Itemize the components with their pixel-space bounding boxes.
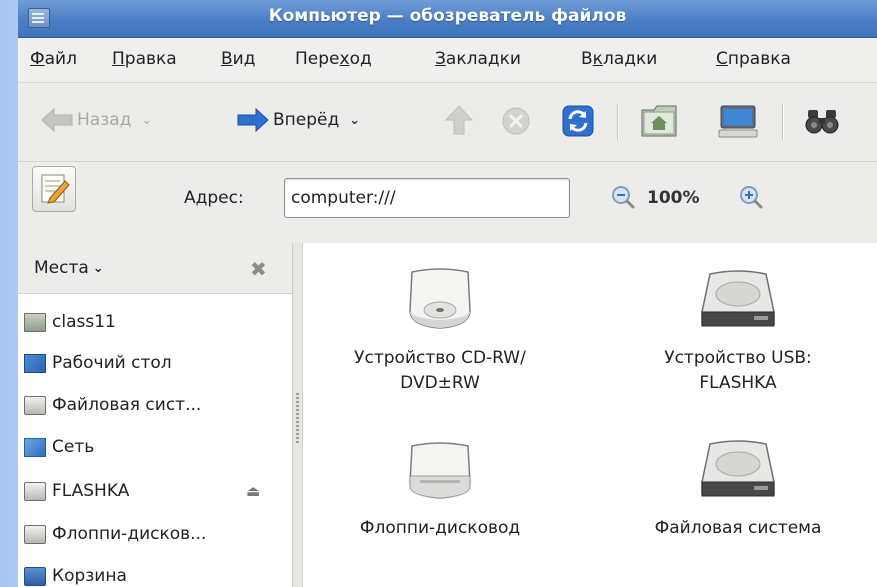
zoom-out-icon xyxy=(612,186,635,209)
hard-drive-icon xyxy=(701,440,775,497)
zoom-level[interactable]: 100% xyxy=(647,188,700,208)
menu-help[interactable]: Справка xyxy=(716,49,791,69)
places-title: Места xyxy=(34,258,89,278)
edit-location-icon xyxy=(41,174,70,204)
device-label: Флоппи-дисковод xyxy=(359,518,521,538)
floppy-icon xyxy=(24,524,46,544)
places-dropdown[interactable]: Места ⌄ xyxy=(24,251,114,285)
pane-resize-handle[interactable] xyxy=(293,243,303,587)
sidebar-item-filesystem[interactable]: Файловая сист... xyxy=(18,390,292,420)
sidebar-item-label: class11 xyxy=(52,312,116,332)
network-icon xyxy=(24,437,46,457)
sidebar-item-flashka[interactable]: FLASHKA ⏏ xyxy=(18,476,292,506)
device-usb-flashka[interactable]: Устройство USB: FLASHKA xyxy=(603,266,873,396)
sidebar-item-label: Рабочий стол xyxy=(52,353,172,373)
stop-button[interactable] xyxy=(501,106,531,136)
zoom-in-button[interactable] xyxy=(738,184,764,210)
device-floppy[interactable]: Флоппи-дисковод xyxy=(305,436,575,541)
address-input[interactable] xyxy=(284,178,570,218)
toolbar-separator xyxy=(617,104,618,140)
device-label: Устройство CD-RW/ xyxy=(354,348,526,368)
home-icon xyxy=(641,105,677,137)
file-view: Устройство CD-RW/ DVD±RW Устройство USB:… xyxy=(303,243,877,587)
back-label: Назад xyxy=(77,110,132,130)
drive-icon xyxy=(24,395,46,415)
stop-icon xyxy=(502,107,530,135)
title-bar[interactable]: Компьютер — обозреватель файлов xyxy=(18,0,877,38)
device-label: DVD±RW xyxy=(400,373,480,393)
eject-icon[interactable]: ⏏ xyxy=(246,482,260,500)
sidebar-item-label: Корзина xyxy=(52,566,127,586)
computer-icon xyxy=(718,105,758,138)
search-binoculars-icon xyxy=(805,110,839,134)
back-arrow-icon xyxy=(41,107,73,133)
menu-edit[interactable]: Правка xyxy=(112,49,177,69)
folder-icon xyxy=(24,312,46,332)
menu-view[interactable]: Вид xyxy=(221,49,255,69)
device-label: Устройство USB: xyxy=(664,348,812,368)
sidebar-item-network[interactable]: Сеть xyxy=(18,432,292,462)
menu-bar: Файл Правка Вид Переход Закладки Вкладки… xyxy=(18,38,877,83)
sidebar-item-label: Файловая сист... xyxy=(52,395,202,415)
sidebar-item-label: Сеть xyxy=(52,437,95,457)
computer-button[interactable] xyxy=(718,104,758,138)
sidebar-item-desktop[interactable]: Рабочий стол xyxy=(18,348,292,378)
reload-button[interactable] xyxy=(561,104,595,138)
device-filesystem[interactable]: Файловая система xyxy=(603,436,873,541)
sidebar-header: Места ⌄ ✖ xyxy=(18,243,292,294)
reload-icon xyxy=(562,105,594,137)
chevron-down-icon: ⌄ xyxy=(92,260,104,276)
back-history-chevron-icon[interactable]: ⌄ xyxy=(141,113,152,128)
search-button[interactable] xyxy=(805,106,839,136)
optical-drive-icon xyxy=(409,268,471,329)
device-label: FLASHKA xyxy=(699,373,777,393)
desktop-icon xyxy=(24,353,46,373)
toggle-location-mode-button[interactable] xyxy=(32,166,76,212)
window-title: Компьютер — обозреватель файлов xyxy=(268,6,627,26)
up-arrow-icon xyxy=(444,105,474,135)
home-button[interactable] xyxy=(640,104,678,138)
sidebar-item-trash[interactable]: Корзина xyxy=(18,561,292,587)
device-label: Файловая система xyxy=(654,518,822,538)
sidebar-item-floppy[interactable]: Флоппи-дисков... xyxy=(18,519,292,549)
toolbar-separator xyxy=(782,104,783,140)
forward-button[interactable]: Вперёд ⌄ xyxy=(236,107,360,133)
floppy-drive-icon xyxy=(409,442,471,499)
sidebar-item-label: FLASHKA xyxy=(52,481,130,501)
trash-icon xyxy=(24,566,46,586)
menu-file[interactable]: Файл xyxy=(30,49,77,69)
sidebar-item-label: Флоппи-дисков... xyxy=(52,524,207,544)
menu-tabs[interactable]: Вкладки xyxy=(581,49,657,69)
file-browser-window: Компьютер — обозреватель файлов Файл Пра… xyxy=(18,0,877,587)
close-sidebar-icon[interactable]: ✖ xyxy=(250,257,267,281)
zoom-out-button[interactable] xyxy=(610,184,636,210)
menu-go[interactable]: Переход xyxy=(295,49,372,69)
zoom-in-icon xyxy=(740,186,763,209)
back-button[interactable]: Назад ⌄ xyxy=(40,107,152,133)
address-label: Адрес: xyxy=(184,188,244,208)
up-button[interactable] xyxy=(444,104,474,136)
usb-drive-icon xyxy=(24,481,46,501)
forward-arrow-icon xyxy=(237,107,269,133)
hard-drive-icon xyxy=(701,270,775,327)
forward-label: Вперёд xyxy=(273,110,340,130)
forward-history-chevron-icon[interactable]: ⌄ xyxy=(349,113,360,128)
menu-bookmarks[interactable]: Закладки xyxy=(435,49,521,69)
device-cd-rw[interactable]: Устройство CD-RW/ DVD±RW xyxy=(305,266,575,396)
places-sidebar: Места ⌄ ✖ class11 Рабочий стол Файловая … xyxy=(18,243,293,587)
sidebar-item-class11[interactable]: class11 xyxy=(18,307,292,337)
